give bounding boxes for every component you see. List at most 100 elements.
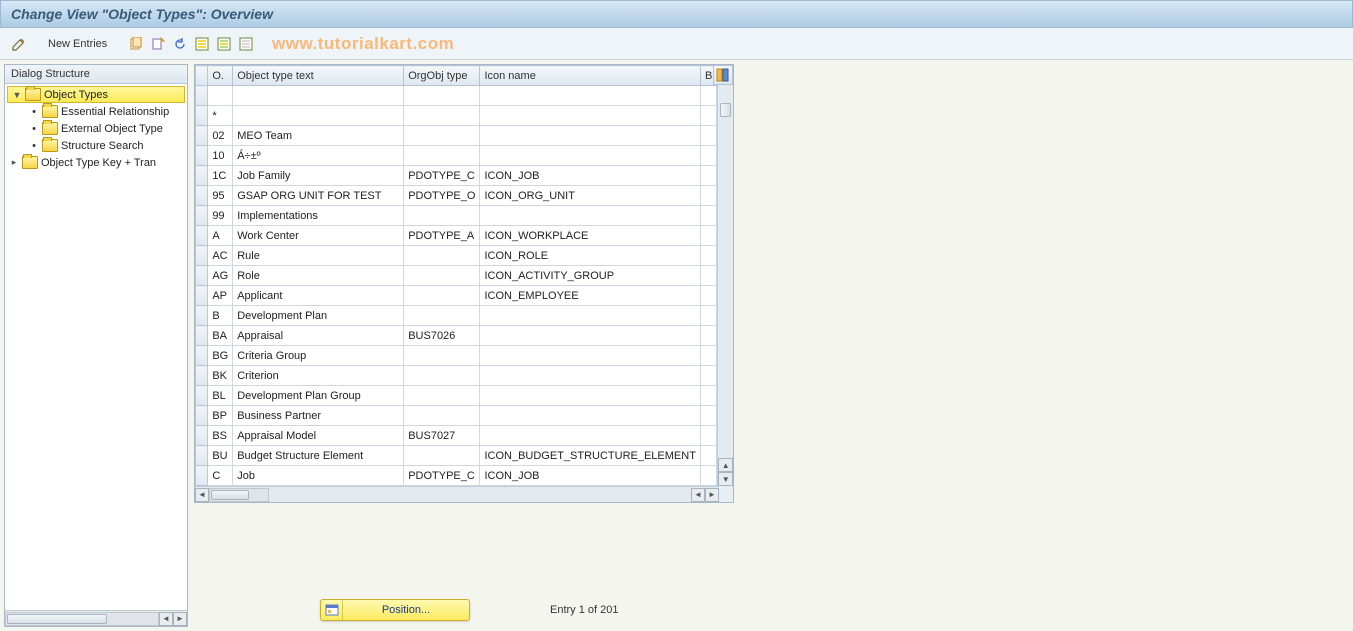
cell-icon[interactable] — [480, 146, 700, 166]
table-row[interactable]: 99Implementations — [196, 206, 717, 226]
cell-b[interactable] — [700, 246, 716, 266]
cell-o[interactable]: BA — [208, 326, 233, 346]
cell-text[interactable]: Á÷±º — [233, 146, 404, 166]
table-row[interactable]: BUBudget Structure ElementICON_BUDGET_ST… — [196, 446, 717, 466]
row-selector[interactable] — [196, 466, 208, 486]
row-selector[interactable] — [196, 206, 208, 226]
cell-icon[interactable] — [480, 206, 700, 226]
position-button[interactable]: Position... — [320, 599, 470, 621]
cell-o[interactable]: * — [208, 106, 233, 126]
cell-icon[interactable]: ICON_EMPLOYEE — [480, 286, 700, 306]
cell-b[interactable] — [700, 106, 716, 126]
cell-icon[interactable] — [480, 306, 700, 326]
delete-icon[interactable] — [149, 35, 167, 53]
new-entries-button[interactable]: New Entries — [42, 36, 113, 52]
cell-icon[interactable] — [480, 406, 700, 426]
cell-icon[interactable] — [480, 386, 700, 406]
cell-b[interactable] — [700, 426, 716, 446]
scroll-left-icon[interactable]: ◄ — [159, 612, 173, 626]
table-row[interactable]: ACRuleICON_ROLE — [196, 246, 717, 266]
row-selector[interactable] — [196, 166, 208, 186]
table-row[interactable]: APApplicantICON_EMPLOYEE — [196, 286, 717, 306]
undo-icon[interactable] — [171, 35, 189, 53]
cell-icon[interactable]: ICON_JOB — [480, 466, 700, 486]
cell-org[interactable] — [404, 386, 480, 406]
cell-b[interactable] — [700, 306, 716, 326]
vscroll-thumb[interactable] — [720, 103, 731, 117]
cell-org[interactable]: PDOTYPE_O — [404, 186, 480, 206]
expand-icon[interactable]: • — [29, 140, 39, 152]
cell-b[interactable] — [700, 406, 716, 426]
cell-text[interactable]: Development Plan — [233, 306, 404, 326]
table-row[interactable]: 02MEO Team — [196, 126, 717, 146]
table-row[interactable]: AWork CenterPDOTYPE_AICON_WORKPLACE — [196, 226, 717, 246]
cell-org[interactable] — [404, 446, 480, 466]
cell-org[interactable] — [404, 286, 480, 306]
column-header-text[interactable]: Object type text — [233, 66, 404, 86]
cell-icon[interactable] — [480, 126, 700, 146]
cell-b[interactable] — [700, 146, 716, 166]
cell-text[interactable]: Budget Structure Element — [233, 446, 404, 466]
row-selector-header[interactable] — [196, 66, 208, 86]
cell-b[interactable] — [700, 466, 716, 486]
cell-text[interactable] — [233, 86, 404, 106]
cell-icon[interactable]: ICON_JOB — [480, 166, 700, 186]
cell-icon[interactable]: ICON_ACTIVITY_GROUP — [480, 266, 700, 286]
row-selector[interactable] — [196, 446, 208, 466]
scroll-right-icon[interactable]: ► — [173, 612, 187, 626]
cell-text[interactable]: Work Center — [233, 226, 404, 246]
table-row[interactable]: BSAppraisal ModelBUS7027 — [196, 426, 717, 446]
hscroll-left-icon[interactable]: ◄ — [195, 488, 209, 502]
cell-icon[interactable] — [480, 86, 700, 106]
row-selector[interactable] — [196, 226, 208, 246]
cell-o[interactable]: 99 — [208, 206, 233, 226]
row-selector[interactable] — [196, 266, 208, 286]
table-row[interactable]: * — [196, 106, 717, 126]
expand-icon[interactable]: • — [29, 106, 39, 118]
cell-b[interactable] — [700, 166, 716, 186]
cell-icon[interactable] — [480, 346, 700, 366]
cell-text[interactable]: Applicant — [233, 286, 404, 306]
cell-o[interactable]: A — [208, 226, 233, 246]
expand-icon[interactable]: • — [29, 123, 39, 135]
tree-node[interactable]: ▼Object Types — [7, 86, 185, 103]
cell-org[interactable] — [404, 146, 480, 166]
cell-o[interactable]: BG — [208, 346, 233, 366]
row-selector[interactable] — [196, 286, 208, 306]
cell-text[interactable]: Development Plan Group — [233, 386, 404, 406]
cell-icon[interactable]: ICON_WORKPLACE — [480, 226, 700, 246]
table-row[interactable]: BGCriteria Group — [196, 346, 717, 366]
cell-icon[interactable] — [480, 106, 700, 126]
cell-org[interactable]: PDOTYPE_C — [404, 466, 480, 486]
column-header-orgobj[interactable]: OrgObj type — [404, 66, 480, 86]
table-row[interactable]: AGRoleICON_ACTIVITY_GROUP — [196, 266, 717, 286]
cell-icon[interactable] — [480, 326, 700, 346]
table-row[interactable]: 10Á÷±º — [196, 146, 717, 166]
cell-o[interactable]: AC — [208, 246, 233, 266]
cell-org[interactable]: PDOTYPE_A — [404, 226, 480, 246]
cell-text[interactable]: Business Partner — [233, 406, 404, 426]
deselect-all-icon[interactable] — [237, 35, 255, 53]
collapse-icon[interactable]: ▼ — [12, 90, 22, 100]
scroll-up-step-icon[interactable]: ▲ — [718, 458, 733, 472]
table-row[interactable]: 1CJob FamilyPDOTYPE_CICON_JOB — [196, 166, 717, 186]
cell-org[interactable] — [404, 206, 480, 226]
cell-b[interactable] — [700, 346, 716, 366]
row-selector[interactable] — [196, 146, 208, 166]
cell-text[interactable]: Appraisal — [233, 326, 404, 346]
cell-org[interactable] — [404, 266, 480, 286]
table-row[interactable]: BDevelopment Plan — [196, 306, 717, 326]
cell-b[interactable] — [700, 366, 716, 386]
cell-o[interactable]: 02 — [208, 126, 233, 146]
select-block-icon[interactable] — [215, 35, 233, 53]
cell-o[interactable]: AG — [208, 266, 233, 286]
cell-org[interactable]: BUS7026 — [404, 326, 480, 346]
tree-node[interactable]: •Structure Search — [5, 137, 187, 154]
cell-b[interactable] — [700, 226, 716, 246]
cell-org[interactable] — [404, 406, 480, 426]
cell-o[interactable]: B — [208, 306, 233, 326]
cell-text[interactable]: GSAP ORG UNIT FOR TEST — [233, 186, 404, 206]
tree-horizontal-scrollbar[interactable]: ◄ ► — [5, 610, 187, 626]
cell-o[interactable]: 10 — [208, 146, 233, 166]
cell-icon[interactable] — [480, 366, 700, 386]
